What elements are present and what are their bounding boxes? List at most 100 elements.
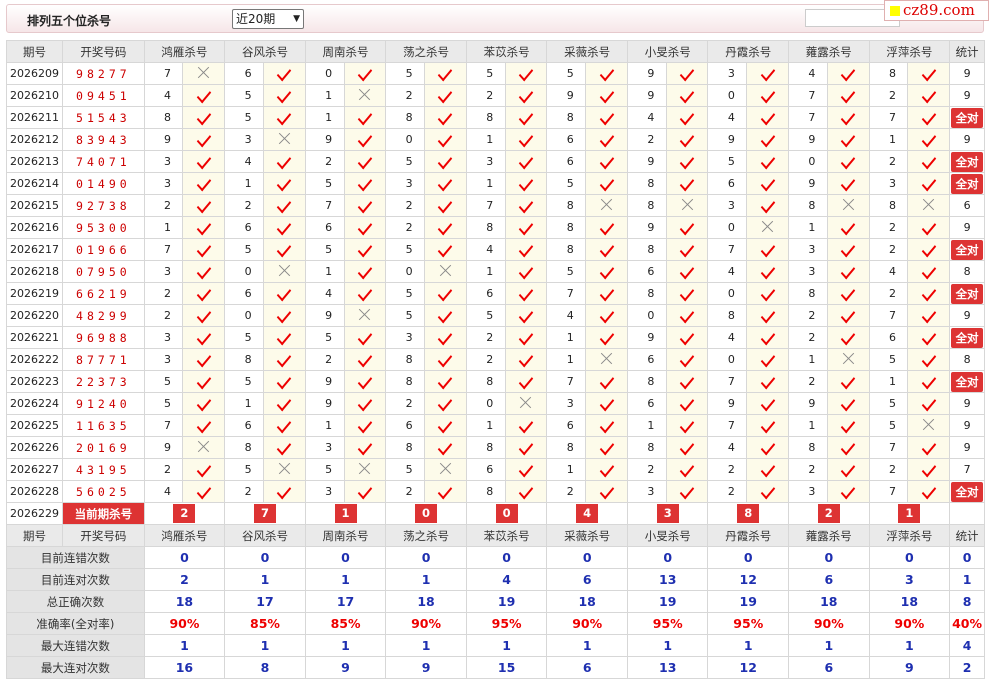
col-draw-header: 开奖号码 bbox=[62, 524, 145, 547]
check-icon bbox=[518, 328, 534, 346]
correct-mark bbox=[907, 216, 951, 239]
stat-cell: 全对 bbox=[949, 282, 985, 305]
correct-mark bbox=[262, 84, 306, 107]
period-select[interactable]: 近20期 ▼ bbox=[232, 9, 304, 29]
check-icon bbox=[438, 174, 453, 192]
check-icon bbox=[679, 482, 695, 500]
kill-value-cell: 9 bbox=[143, 128, 184, 151]
top-bar: 排列五个位杀号 近20期 ▼ bbox=[6, 4, 984, 33]
check-icon bbox=[599, 416, 614, 434]
correct-mark bbox=[746, 458, 790, 481]
col-expert-header: 谷风杀号 bbox=[224, 524, 306, 547]
summary-value: 0 bbox=[385, 546, 467, 569]
summary-value: 1 bbox=[385, 568, 467, 591]
check-icon bbox=[438, 416, 453, 434]
correct-mark bbox=[665, 106, 709, 129]
correct-mark bbox=[826, 370, 870, 393]
summary-label: 目前连对次数 bbox=[6, 568, 145, 591]
check-icon bbox=[760, 460, 775, 478]
kill-value-cell: 9 bbox=[626, 62, 667, 85]
correct-mark bbox=[262, 370, 306, 393]
check-icon bbox=[196, 218, 211, 236]
correct-mark bbox=[826, 304, 870, 327]
correct-mark bbox=[504, 458, 548, 481]
kill-value-cell: 6 bbox=[465, 282, 506, 305]
kill-value-cell: 2 bbox=[224, 480, 264, 503]
check-icon bbox=[277, 416, 292, 434]
kill-value-cell: 6 bbox=[224, 62, 264, 85]
check-icon bbox=[518, 306, 534, 324]
table-row: 2026222 87771 3 8 2 8 2 1 6 0 1 5 8 bbox=[5, 348, 985, 371]
kill-value-cell: 7 bbox=[143, 62, 184, 85]
kill-value-cell: 2 bbox=[465, 348, 506, 371]
check-icon bbox=[196, 240, 211, 258]
correct-mark bbox=[504, 150, 548, 173]
correct-mark bbox=[343, 436, 387, 459]
summary-value: 17 bbox=[304, 590, 387, 613]
correct-mark bbox=[424, 348, 467, 371]
correct-mark bbox=[504, 370, 548, 393]
kill-value-cell: 3 bbox=[788, 260, 828, 283]
check-icon bbox=[438, 64, 453, 82]
kill-value-cell: 1 bbox=[788, 348, 828, 371]
correct-mark bbox=[424, 370, 467, 393]
check-icon bbox=[760, 108, 775, 126]
check-icon bbox=[438, 196, 453, 214]
kill-value-cell: 9 bbox=[707, 392, 748, 415]
summary-value: 85% bbox=[304, 612, 387, 635]
check-icon bbox=[518, 218, 534, 236]
cross-icon bbox=[681, 198, 694, 211]
check-icon bbox=[760, 284, 775, 302]
check-icon bbox=[277, 394, 292, 412]
table-row: 2026227 43195 2 5 5 5 6 1 2 2 2 2 7 bbox=[5, 458, 985, 481]
stat-cell: 6 bbox=[949, 194, 985, 217]
correct-mark bbox=[665, 370, 709, 393]
table-row: 2026220 48299 2 0 9 5 5 4 0 8 2 7 9 bbox=[5, 304, 985, 327]
wrong-mark bbox=[343, 304, 387, 327]
table-row: 2026226 20169 9 8 3 8 8 8 8 4 8 7 9 bbox=[5, 436, 985, 459]
correct-mark bbox=[182, 458, 226, 481]
kill-value-cell: 6 bbox=[385, 414, 426, 437]
kill-value-cell: 1 bbox=[224, 172, 264, 195]
kill-value-cell: 5 bbox=[868, 392, 909, 415]
current-kill-cell: 0 bbox=[465, 502, 548, 525]
summary-value: 9 bbox=[868, 656, 951, 679]
site-logo[interactable]: cz89.com bbox=[884, 0, 989, 21]
stat-cell: 9 bbox=[949, 414, 985, 437]
wrong-mark bbox=[343, 458, 387, 481]
summary-value: 85% bbox=[224, 612, 306, 635]
summary-value: 1 bbox=[143, 634, 226, 657]
period-cell: 2026225 bbox=[5, 414, 64, 437]
kill-value-cell: 3 bbox=[788, 480, 828, 503]
kill-value-cell: 5 bbox=[385, 62, 426, 85]
cross-icon bbox=[439, 462, 452, 475]
kill-value-cell: 3 bbox=[143, 172, 184, 195]
check-icon bbox=[357, 262, 373, 280]
table-row: 2026211 51543 8 5 1 8 8 8 4 4 7 7 全对 bbox=[5, 106, 985, 129]
all-correct-badge: 全对 bbox=[951, 151, 984, 172]
check-icon bbox=[518, 86, 534, 104]
check-icon bbox=[921, 394, 936, 412]
current-kill-badge: 0 bbox=[415, 504, 438, 523]
summary-value: 6 bbox=[546, 568, 628, 591]
check-icon bbox=[840, 86, 856, 104]
kill-value-cell: 4 bbox=[224, 150, 264, 173]
correct-mark bbox=[907, 370, 951, 393]
col-expert-header: 鸿雁杀号 bbox=[143, 524, 226, 547]
check-icon bbox=[679, 460, 695, 478]
correct-mark bbox=[665, 348, 709, 371]
kill-value-cell: 7 bbox=[868, 106, 909, 129]
summary-stat: 4 bbox=[949, 634, 985, 657]
correct-mark bbox=[585, 172, 628, 195]
check-icon bbox=[599, 174, 614, 192]
check-icon bbox=[760, 416, 775, 434]
correct-mark bbox=[826, 326, 870, 349]
check-icon bbox=[277, 218, 292, 236]
kill-value-cell: 6 bbox=[626, 260, 667, 283]
check-icon bbox=[518, 196, 534, 214]
kill-value-cell: 7 bbox=[143, 414, 184, 437]
summary-value: 1 bbox=[385, 634, 467, 657]
kill-value-cell: 8 bbox=[626, 194, 667, 217]
kill-value-cell: 9 bbox=[788, 172, 828, 195]
check-icon bbox=[357, 482, 373, 500]
